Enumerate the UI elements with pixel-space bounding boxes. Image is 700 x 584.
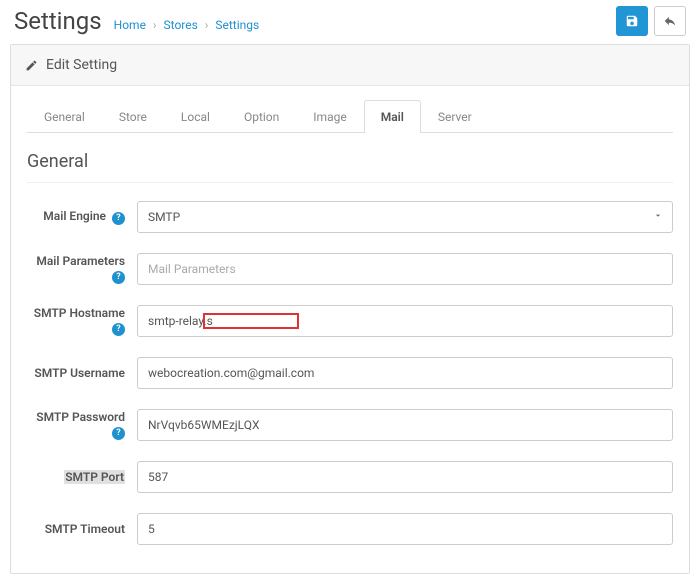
- breadcrumb-home[interactable]: Home: [114, 18, 146, 32]
- smtp-port-input[interactable]: [137, 461, 673, 493]
- tab-server[interactable]: Server: [421, 100, 489, 133]
- help-icon[interactable]: ?: [112, 271, 125, 284]
- row-smtp-password: SMTP Password ?: [27, 409, 673, 441]
- help-icon[interactable]: ?: [112, 212, 125, 225]
- panel-title: Edit Setting: [46, 57, 117, 73]
- row-smtp-timeout: SMTP Timeout: [27, 513, 673, 545]
- smtp-timeout-input[interactable]: [137, 513, 673, 545]
- panel-header: Edit Setting: [11, 45, 689, 86]
- breadcrumb-stores[interactable]: Stores: [164, 18, 198, 32]
- row-smtp-port: SMTP Port: [27, 461, 673, 493]
- label-smtp-port: SMTP Port: [27, 470, 137, 484]
- tab-store[interactable]: Store: [102, 100, 164, 133]
- tabs: General Store Local Option Image Mail Se…: [27, 100, 673, 133]
- label-smtp-password: SMTP Password ?: [27, 410, 137, 440]
- section-title: General: [27, 151, 673, 183]
- label-smtp-timeout: SMTP Timeout: [27, 522, 137, 536]
- row-mail-params: Mail Parameters ?: [27, 253, 673, 285]
- tab-general[interactable]: General: [27, 100, 102, 133]
- label-mail-engine: Mail Engine ?: [27, 209, 137, 225]
- settings-panel: Edit Setting General Store Local Option …: [10, 44, 690, 574]
- breadcrumb-sep: ›: [205, 18, 209, 32]
- breadcrumb: Home › Stores › Settings: [114, 18, 260, 32]
- save-icon: [625, 14, 639, 28]
- tab-mail[interactable]: Mail: [364, 100, 421, 133]
- save-button[interactable]: [616, 6, 648, 36]
- row-smtp-hostname: SMTP Hostname ?: [27, 305, 673, 337]
- mail-parameters-input[interactable]: [137, 253, 673, 285]
- breadcrumb-settings[interactable]: Settings: [215, 18, 259, 32]
- smtp-password-input[interactable]: [137, 409, 673, 441]
- label-mail-params: Mail Parameters ?: [27, 254, 137, 284]
- row-mail-engine: Mail Engine ? SMTP: [27, 201, 673, 233]
- label-smtp-hostname: SMTP Hostname ?: [27, 306, 137, 336]
- reply-icon: [663, 14, 677, 28]
- label-smtp-username: SMTP Username: [27, 366, 137, 380]
- breadcrumb-sep: ›: [153, 18, 157, 32]
- back-button[interactable]: [654, 6, 686, 36]
- mail-engine-select[interactable]: SMTP: [137, 201, 673, 233]
- help-icon[interactable]: ?: [112, 427, 125, 440]
- tab-image[interactable]: Image: [296, 100, 363, 133]
- row-smtp-username: SMTP Username: [27, 357, 673, 389]
- top-bar: Settings Home › Stores › Settings: [0, 0, 700, 44]
- smtp-username-input[interactable]: [137, 357, 673, 389]
- help-icon[interactable]: ?: [112, 323, 125, 336]
- smtp-hostname-input[interactable]: [137, 305, 673, 337]
- page-title: Settings: [14, 7, 102, 35]
- tab-option[interactable]: Option: [227, 100, 296, 133]
- pencil-icon: [25, 59, 38, 72]
- tab-local[interactable]: Local: [164, 100, 227, 133]
